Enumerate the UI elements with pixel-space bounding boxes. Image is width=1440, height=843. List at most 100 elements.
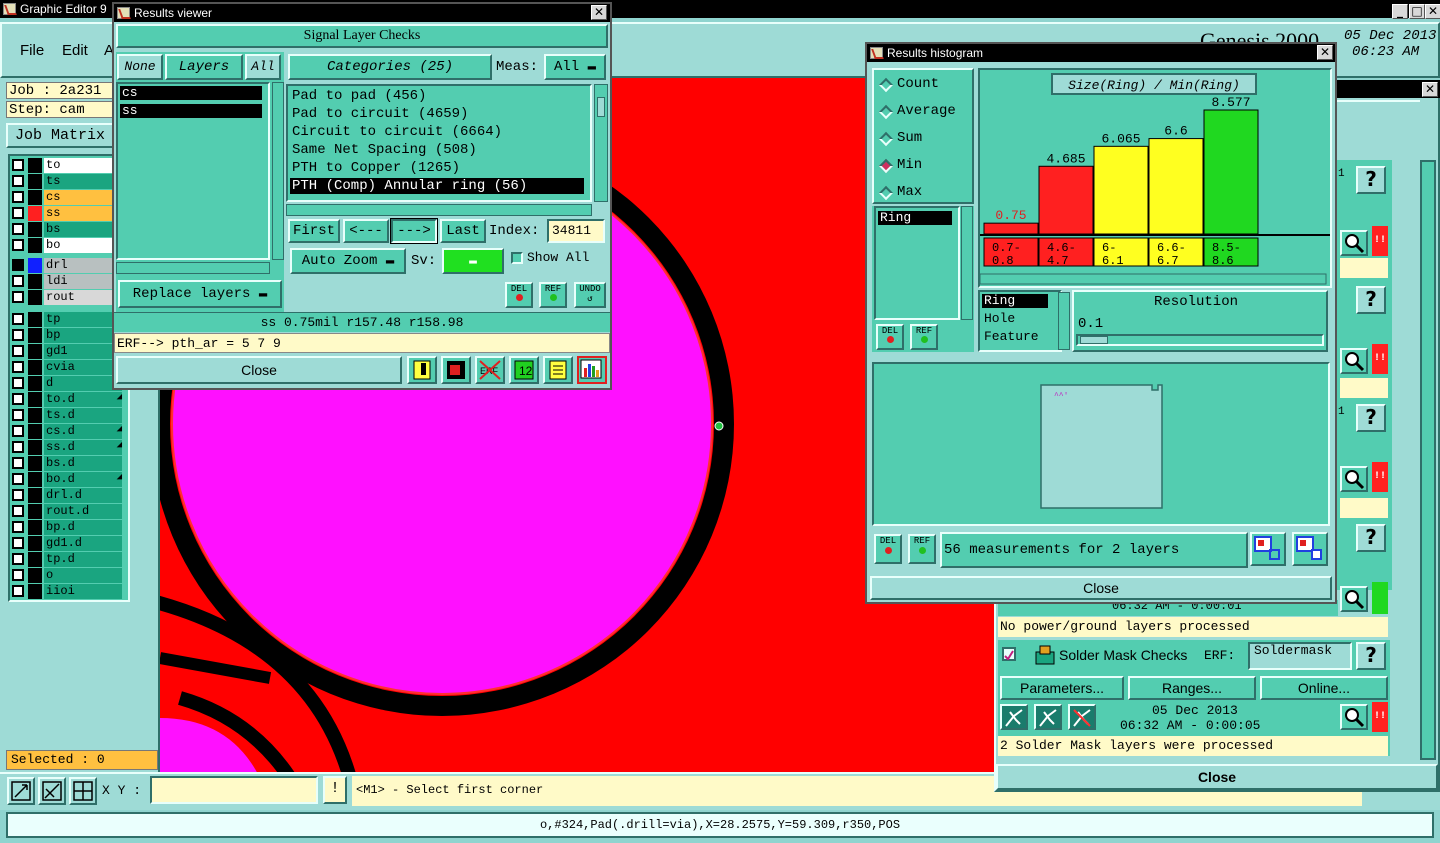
zoom-icon-4[interactable] [1340, 586, 1368, 612]
layer-row-gd1[interactable]: gd1 [10, 344, 128, 359]
erf-value-field[interactable]: Soldermask [1248, 642, 1352, 670]
layer-checkbox[interactable] [12, 329, 24, 341]
del-button[interactable]: DEL [505, 282, 533, 308]
layer-row-bp-d[interactable]: bp.d [10, 520, 128, 535]
layer-color-swatch[interactable] [28, 488, 42, 503]
layer-color-swatch[interactable] [28, 536, 42, 551]
all-button[interactable]: All [245, 54, 281, 80]
layer-color-swatch[interactable] [28, 190, 42, 205]
layer-list-hscroll[interactable] [116, 262, 270, 274]
preview-del-button[interactable]: DEL [874, 534, 902, 564]
auto-zoom-dropdown[interactable]: Auto Zoom ▬ [290, 248, 406, 274]
layer-checkbox[interactable] [12, 457, 24, 469]
zoom-to-result-icon[interactable] [1250, 532, 1286, 566]
layer-row-cs-d[interactable]: cs.d ◢ [10, 424, 128, 439]
layer-list-scrollbar[interactable] [272, 82, 284, 260]
layer-row-to[interactable]: to [10, 158, 128, 173]
index-input[interactable]: 34811 [547, 219, 605, 243]
first-button[interactable]: First [288, 219, 340, 243]
layer-checkbox[interactable] [12, 441, 24, 453]
layer-row-rout[interactable]: rout [10, 290, 128, 305]
zoom-window-icon[interactable] [1292, 532, 1328, 566]
solder-zoom-icon[interactable] [1340, 704, 1368, 730]
solder-mask-checkbox[interactable] [1002, 647, 1016, 661]
category-item[interactable]: PTH to Copper (1265) [290, 160, 584, 176]
measure-list-item-ring[interactable]: Ring [878, 211, 952, 225]
layer-checkbox[interactable] [12, 505, 24, 517]
run-icon-3[interactable] [1068, 704, 1096, 730]
exclamation-icon[interactable]: ! [323, 776, 347, 804]
layer-checkbox[interactable] [12, 361, 24, 373]
layer-row-to-d[interactable]: to.d ◢ [10, 392, 128, 407]
layer-color-swatch[interactable] [28, 472, 42, 487]
layer-color-swatch[interactable] [28, 392, 42, 407]
layer-row-drl[interactable]: drl [10, 258, 128, 273]
layer-color-swatch[interactable] [28, 504, 42, 519]
layer-row-ss[interactable]: ss [10, 206, 128, 221]
type-feature[interactable]: Feature [982, 330, 1058, 344]
type-list[interactable]: Ring Hole Feature [978, 290, 1062, 352]
layer-row-d[interactable]: d [10, 376, 128, 391]
tool-icon-1[interactable] [407, 356, 437, 384]
parameters-button[interactable]: Parameters... [1000, 676, 1124, 700]
type-ring[interactable]: Ring [982, 294, 1048, 308]
help-icon-4[interactable]: ? [1356, 524, 1386, 552]
histogram-icon[interactable] [577, 356, 607, 384]
layer-row-bp[interactable]: bp [10, 328, 128, 343]
next-button[interactable]: ---> [390, 218, 438, 244]
layer-color-swatch[interactable] [28, 158, 42, 173]
zoom-icon-2[interactable] [1340, 348, 1368, 374]
layer-checkbox[interactable] [12, 291, 24, 303]
layer-checkbox[interactable] [12, 521, 24, 533]
layer-checkbox[interactable] [12, 377, 24, 389]
minimize-button[interactable]: _ [1392, 4, 1408, 19]
undo-button[interactable]: UNDO ↺ [574, 282, 606, 308]
layer-row-rout-d[interactable]: rout.d [10, 504, 128, 519]
layer-color-swatch[interactable] [28, 290, 42, 305]
layer-color-swatch[interactable] [28, 206, 42, 221]
results-viewer-close-x[interactable]: ✕ [591, 5, 607, 20]
run-icon-1[interactable] [1000, 704, 1028, 730]
result-layer-cs[interactable]: cs [120, 86, 262, 100]
layer-checkbox[interactable] [12, 239, 24, 251]
layer-checkbox[interactable] [12, 275, 24, 287]
layer-color-swatch[interactable] [28, 360, 42, 375]
layer-checkbox[interactable] [12, 159, 24, 171]
tool-icon-2[interactable] [441, 356, 471, 384]
grid-button[interactable] [69, 777, 97, 805]
tool-icon-5[interactable] [543, 356, 573, 384]
layer-checkbox[interactable] [12, 223, 24, 235]
hist-ref-button[interactable]: REF [910, 324, 938, 350]
histogram-titlebar[interactable]: Results histogram [867, 44, 1335, 62]
category-item[interactable]: Pad to circuit (4659) [290, 106, 584, 122]
ranges-button[interactable]: Ranges... [1128, 676, 1256, 700]
layer-checkbox[interactable] [12, 473, 24, 485]
zoom-fit-button[interactable] [7, 777, 35, 805]
layer-row-bs[interactable]: bs [10, 222, 128, 237]
layer-row-ts[interactable]: ts [10, 174, 128, 189]
zoom-icon-1[interactable] [1340, 230, 1368, 256]
category-item[interactable]: PTH (Comp) Annular ring (56) [290, 178, 584, 194]
layer-row-tp[interactable]: tp [10, 312, 128, 327]
layer-color-swatch[interactable] [28, 520, 42, 535]
category-item[interactable]: Pad to pad (456) [290, 88, 584, 104]
layer-row-bo-d[interactable]: bo.d ◢ [10, 472, 128, 487]
layer-checkbox[interactable] [12, 569, 24, 581]
category-item[interactable]: Same Net Spacing (508) [290, 142, 584, 158]
layer-checkbox[interactable] [12, 585, 24, 597]
layer-row-tp-d[interactable]: tp.d [10, 552, 128, 567]
checklist-close-button[interactable]: Close [996, 764, 1438, 790]
menu-edit[interactable]: Edit [62, 42, 88, 59]
layer-row-drl-d[interactable]: drl.d [10, 488, 128, 503]
resolution-slider[interactable] [1076, 334, 1324, 346]
layer-color-swatch[interactable] [28, 440, 42, 455]
online-button[interactable]: Online... [1260, 676, 1388, 700]
layer-checkbox[interactable] [12, 393, 24, 405]
layer-checkbox[interactable] [12, 425, 24, 437]
layer-row-gd1-d[interactable]: gd1.d [10, 536, 128, 551]
layer-row-ss-d[interactable]: ss.d ◢ [10, 440, 128, 455]
layer-checkbox[interactable] [12, 175, 24, 187]
layer-color-swatch[interactable] [28, 376, 42, 391]
results-viewer-close-button[interactable]: Close [116, 356, 402, 384]
measure-button[interactable] [38, 777, 66, 805]
